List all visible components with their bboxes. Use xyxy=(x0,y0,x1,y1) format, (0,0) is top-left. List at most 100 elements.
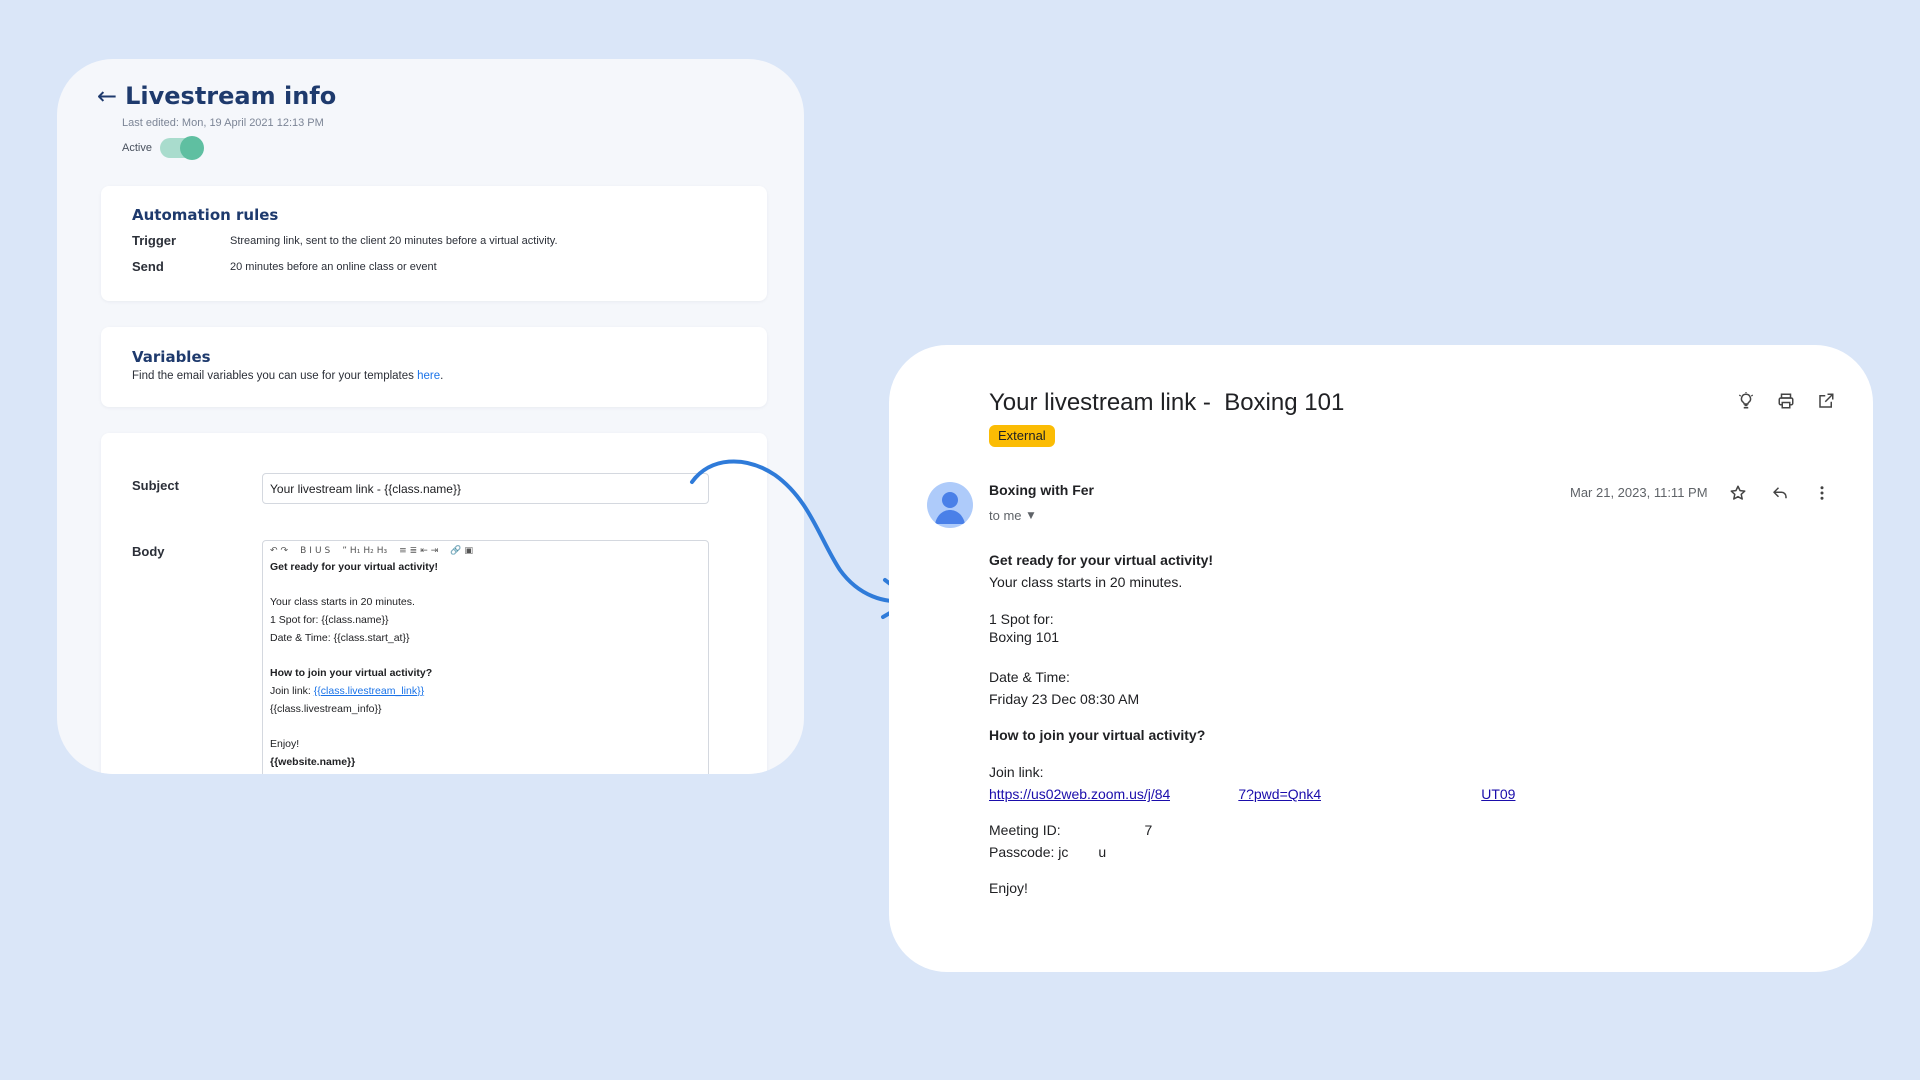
trigger-value: Streaming link, sent to the client 20 mi… xyxy=(230,235,558,247)
email-datetime-value: Friday 23 Dec 08:30 AM xyxy=(989,691,1140,707)
toolbar-button[interactable]: H₁ xyxy=(350,546,360,556)
livestream-settings-panel: ← Livestream info Last edited: Mon, 19 A… xyxy=(57,59,804,774)
print-icon[interactable] xyxy=(1777,392,1795,410)
more-vert-icon[interactable] xyxy=(1813,484,1831,502)
page-title: Livestream info xyxy=(125,82,337,110)
email-join-link-row: https://us02web.zoom.us/j/84x7?pwd=Qnk4x… xyxy=(989,786,1515,802)
toolbar-separator xyxy=(390,546,396,556)
automation-rules-card: Automation rules Trigger Streaming link,… xyxy=(101,186,767,301)
automation-rules-title: Automation rules xyxy=(132,206,279,224)
email-spot-label: 1 Spot for: xyxy=(989,611,1054,627)
chevron-down-icon[interactable]: ▼ xyxy=(1028,511,1035,521)
toolbar-button[interactable]: ≡ xyxy=(399,546,407,556)
arrow-left-icon[interactable]: ← xyxy=(97,84,117,108)
toolbar-separator xyxy=(441,546,447,556)
email-passcode: Passcode: jcxu xyxy=(989,844,1106,860)
lightbulb-icon[interactable] xyxy=(1737,392,1755,410)
redacted-link-segment: x xyxy=(1170,786,1239,802)
variables-title: Variables xyxy=(132,348,211,366)
editor-toolbar: ↶ ↷ B I U S ” H₁ H₂ H₃ ≡ ≣ ⇤ ⇥ 🔗 ▣ xyxy=(263,541,708,559)
passcode-tail: u xyxy=(1098,844,1107,860)
toolbar-separator xyxy=(333,546,339,556)
toolbar-button[interactable]: ⇥ xyxy=(431,546,439,556)
email-preview-panel: Your livestream link - Boxing 101 Extern… xyxy=(889,345,1873,972)
email-date: Mar 21, 2023, 11:11 PM xyxy=(1570,485,1708,500)
toolbar-button[interactable]: B xyxy=(300,546,306,556)
email-datetime-label: Date & Time: xyxy=(989,669,1070,685)
toolbar-button[interactable]: ↷ xyxy=(281,546,289,556)
email-heading: Get ready for your virtual activity! xyxy=(989,552,1214,568)
body-join-heading: How to join your virtual activity? xyxy=(270,667,433,680)
variables-description-suffix: . xyxy=(440,370,444,382)
meeting-id-tail: 7 xyxy=(1144,822,1153,838)
subject-label: Subject xyxy=(132,478,179,493)
body-line-starts: Your class starts in 20 minutes. xyxy=(270,596,415,609)
body-info-line: {{class.livestream_info}} xyxy=(270,702,382,715)
redacted-passcode: x xyxy=(1068,844,1099,860)
passcode-label: Passcode: jc xyxy=(989,844,1069,860)
variables-here-link[interactable]: here xyxy=(417,370,440,382)
connector-arrow-icon xyxy=(690,459,914,619)
body-editor-content[interactable]: Get ready for your virtual activity! You… xyxy=(263,559,708,771)
email-spot-value: Boxing 101 xyxy=(989,629,1060,645)
email-subject: Your livestream link - Boxing 101 xyxy=(989,389,1345,416)
toolbar-button[interactable]: H₂ xyxy=(363,546,373,556)
toolbar-button[interactable]: ▣ xyxy=(465,546,474,556)
join-link-part-2: 7?pwd=Qnk4 xyxy=(1238,786,1322,802)
recipient-details-toggle[interactable]: to me ▼ xyxy=(989,508,1034,523)
email-join-label: Join link: xyxy=(989,764,1044,780)
trigger-label: Trigger xyxy=(132,233,177,248)
email-join-link[interactable]: https://us02web.zoom.us/j/84x7?pwd=Qnk4x… xyxy=(989,786,1515,802)
subject-input[interactable]: Your livestream link - {{class.name}} xyxy=(262,473,709,504)
body-heading: Get ready for your virtual activity! xyxy=(270,561,439,573)
body-line-datetime: Date & Time: {{class.start_at}} xyxy=(270,631,410,644)
page-header: ← Livestream info xyxy=(97,82,336,110)
active-toggle-row: Active xyxy=(122,136,204,160)
email-template-card: Subject Your livestream link - {{class.n… xyxy=(101,433,767,774)
active-toggle[interactable] xyxy=(159,136,204,160)
redacted-link-segment: x xyxy=(1321,786,1482,802)
send-value: 20 minutes before an online class or eve… xyxy=(230,261,437,273)
toolbar-button[interactable]: ⇤ xyxy=(420,546,428,556)
email-starts: Your class starts in 20 minutes. xyxy=(989,574,1183,590)
body-join-line: Join link: {{class.livestream_link}} xyxy=(270,683,701,701)
sender-name: Boxing with Fer xyxy=(989,482,1094,498)
body-join-link[interactable]: {{class.livestream_link}} xyxy=(314,685,424,697)
email-enjoy: Enjoy! xyxy=(989,880,1028,896)
join-link-part-1: https://us02web.zoom.us/j/84 xyxy=(989,786,1171,802)
toolbar-button[interactable]: I xyxy=(309,546,312,556)
email-row-actions xyxy=(1729,484,1831,502)
body-editor[interactable]: ↶ ↷ B I U S ” H₁ H₂ H₃ ≡ ≣ ⇤ ⇥ 🔗 ▣ Get ready for your v… xyxy=(262,540,709,774)
body-join-label: Join link: xyxy=(270,684,314,697)
variables-card: Variables Find the email variables you c… xyxy=(101,327,767,407)
last-edited-text: Last edited: Mon, 19 April 2021 12:13 PM xyxy=(122,117,324,129)
meeting-id-label: Meeting ID: xyxy=(989,822,1065,838)
reply-icon[interactable] xyxy=(1771,484,1789,502)
toolbar-button[interactable]: ” xyxy=(342,546,347,556)
toggle-knob xyxy=(179,136,204,160)
external-badge: External xyxy=(989,425,1055,447)
email-top-actions xyxy=(1737,392,1835,410)
sender-avatar xyxy=(927,482,973,528)
person-icon xyxy=(935,492,965,524)
toolbar-button[interactable]: ↶ xyxy=(270,546,278,556)
toolbar-button[interactable]: ≣ xyxy=(410,546,418,556)
toolbar-button[interactable]: 🔗 xyxy=(450,546,461,556)
body-website: {{website.name}} xyxy=(270,755,356,768)
join-link-part-3: UT09 xyxy=(1481,786,1516,802)
variables-description-text: Find the email variables you can use for… xyxy=(132,370,414,382)
toolbar-separator xyxy=(291,546,297,556)
star-icon[interactable] xyxy=(1729,484,1747,502)
send-label: Send xyxy=(132,259,164,274)
body-line-spot: 1 Spot for: {{class.name}} xyxy=(270,614,389,627)
toolbar-button[interactable]: H₃ xyxy=(377,546,387,556)
email-meeting-id: Meeting ID: x7 xyxy=(989,822,1152,838)
open-in-new-icon[interactable] xyxy=(1817,392,1835,410)
toolbar-button[interactable]: U xyxy=(315,546,322,556)
email-join-heading: How to join your virtual activity? xyxy=(989,727,1206,743)
body-enjoy: Enjoy! xyxy=(270,738,300,751)
toolbar-button[interactable]: S xyxy=(325,546,331,556)
recipient-label: to me xyxy=(989,508,1022,523)
redacted-meeting-id: x xyxy=(1064,822,1145,838)
variables-description: Find the email variables you can use for… xyxy=(132,370,443,382)
